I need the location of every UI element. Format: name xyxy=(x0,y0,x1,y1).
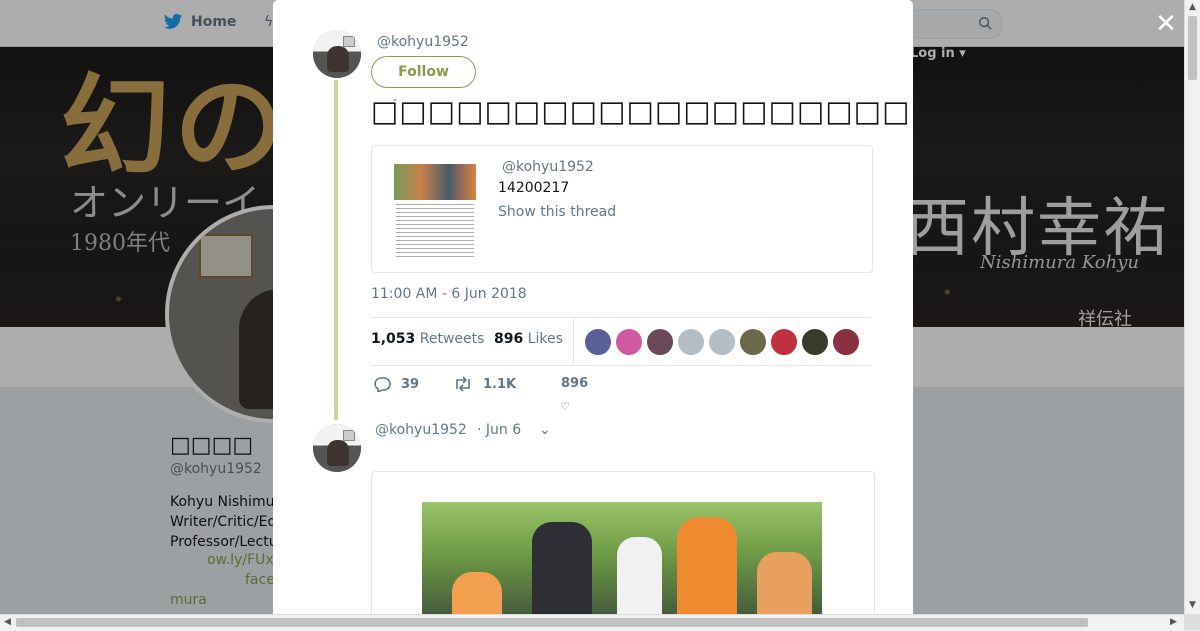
chevron-down-icon[interactable]: ⌄ xyxy=(539,422,551,438)
likes-stat[interactable]: 896 Likes xyxy=(494,331,563,347)
liker-avatar[interactable] xyxy=(739,328,767,356)
tweet-author-avatar[interactable] xyxy=(313,30,361,78)
retweet-count: 1.1K xyxy=(483,376,517,392)
scroll-up-arrow-icon[interactable]: ▲ xyxy=(1189,2,1196,12)
close-icon[interactable]: ✕ xyxy=(1154,11,1178,37)
liker-avatar[interactable] xyxy=(677,328,705,356)
reply-author-handle[interactable]: @kohyu1952 xyxy=(375,422,467,438)
reply-date[interactable]: · Jun 6 xyxy=(477,422,521,438)
like-button[interactable]: 896 xyxy=(561,376,588,391)
quoted-tweet-card[interactable]: @kohyu1952 14200217 Show this thread xyxy=(371,145,873,273)
likes-count: 896 xyxy=(494,331,524,347)
scrollbar-corner xyxy=(1184,614,1200,630)
tweet-text: □□□□□□□□□□□□□□□□□□□□□□□□□□□□□□□□□□□□□□□□… xyxy=(371,94,913,128)
tweet-author-handle[interactable]: @kohyu1952 xyxy=(377,34,469,50)
quoted-tweet-text: 14200217 xyxy=(498,180,570,196)
retweets-label: Retweets xyxy=(419,331,485,347)
scroll-left-arrow-icon[interactable]: ◀ xyxy=(4,617,11,627)
reply-icon xyxy=(374,377,391,392)
vertical-scrollbar[interactable]: ▲ ▼ xyxy=(1184,0,1200,614)
retweets-stat[interactable]: 1,053 Retweets xyxy=(371,331,484,347)
retweets-count: 1,053 xyxy=(371,331,416,347)
reply-photo xyxy=(422,502,822,614)
retweet-button[interactable]: 1.1K xyxy=(453,376,516,392)
likes-label: Likes xyxy=(527,331,563,347)
stats-divider xyxy=(573,318,574,364)
liker-avatar[interactable] xyxy=(708,328,736,356)
liker-avatar[interactable] xyxy=(801,328,829,356)
liker-avatar[interactable] xyxy=(615,328,643,356)
liker-avatar[interactable] xyxy=(646,328,674,356)
tweet-timestamp[interactable]: 11:00 AM - 6 Jun 2018 xyxy=(371,286,527,302)
retweet-icon xyxy=(456,376,470,392)
quoted-tweet-handle: @kohyu1952 xyxy=(502,159,594,175)
liker-avatar[interactable] xyxy=(584,328,612,356)
tweet-stats: 1,053 Retweets 896 Likes xyxy=(371,317,871,366)
show-thread-link[interactable]: Show this thread xyxy=(498,204,616,220)
horizontal-scrollbar[interactable]: ◀ ▶ xyxy=(0,614,1184,631)
vertical-scroll-thumb[interactable] xyxy=(1188,16,1197,80)
follow-button[interactable]: Follow xyxy=(371,56,476,88)
reply-button[interactable]: 39 xyxy=(373,376,419,392)
quoted-tweet-image xyxy=(394,164,476,260)
heart-icon[interactable]: ♡ xyxy=(560,400,570,413)
horizontal-scroll-thumb[interactable] xyxy=(16,618,1088,627)
reply-media-card[interactable] xyxy=(371,471,875,614)
scroll-right-arrow-icon[interactable]: ▶ xyxy=(1170,617,1177,627)
reply-count: 39 xyxy=(401,376,420,392)
tweet-modal: @kohyu1952 Follow ⌄ □□□□□□□□□□□□□□□□□□□□… xyxy=(273,0,913,614)
tweet-actions: 39 1.1K 896 xyxy=(371,376,671,398)
like-count: 896 xyxy=(561,376,589,391)
thread-connector-line xyxy=(334,80,338,420)
liker-avatar[interactable] xyxy=(832,328,860,356)
reply-author-avatar[interactable] xyxy=(313,424,361,472)
liker-avatar[interactable] xyxy=(770,328,798,356)
scroll-down-arrow-icon[interactable]: ▼ xyxy=(1189,600,1196,610)
liker-avatars xyxy=(584,328,860,356)
